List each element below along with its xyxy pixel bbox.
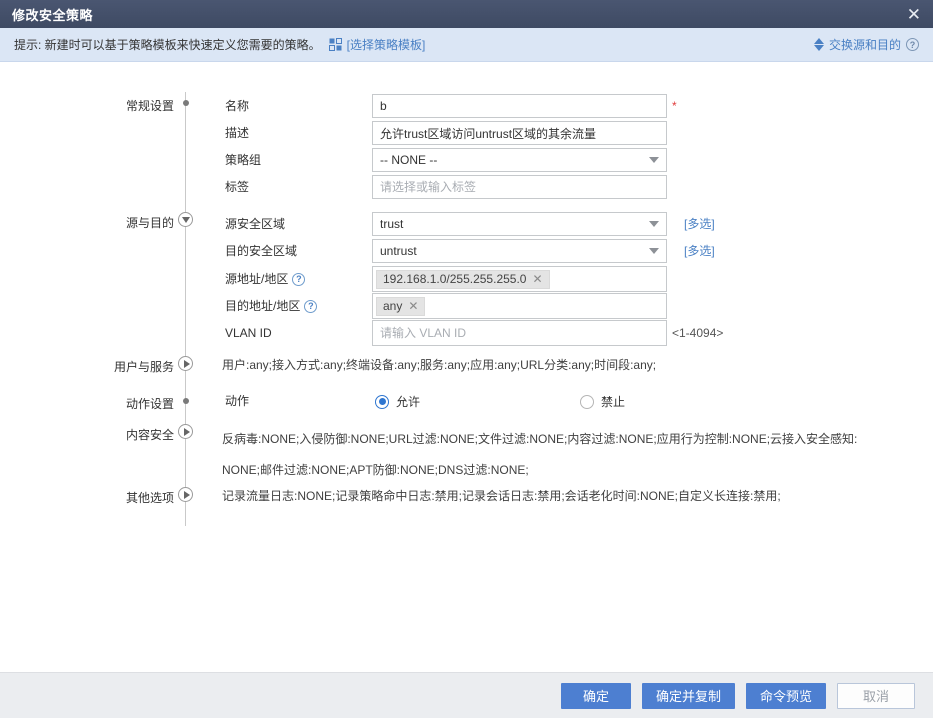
ok-and-copy-button[interactable]: 确定并复制	[642, 683, 735, 709]
expand-icon-other-options[interactable]	[178, 487, 193, 502]
section-label-action: 动作设置	[40, 395, 174, 412]
section-rail	[185, 92, 186, 526]
dst-zone-select[interactable]: untrust	[372, 239, 667, 263]
src-addr-tag-input[interactable]: 192.168.1.0/255.255.255.0 ✕	[372, 266, 667, 292]
hint-text: 提示: 新建时可以基于策略模板来快速定义您需要的策略。	[14, 36, 321, 53]
action-label: 动作	[225, 393, 249, 409]
ok-button[interactable]: 确定	[561, 683, 631, 709]
src-zone-value: trust	[380, 217, 403, 231]
expand-icon-content-security[interactable]	[178, 424, 193, 439]
section-label-users-services: 用户与服务	[40, 358, 174, 375]
required-asterisk: *	[672, 94, 677, 118]
close-icon[interactable]: ✕	[907, 6, 921, 23]
dst-addr-label: 目的地址/地区 ?	[225, 293, 317, 319]
src-addr-label: 源地址/地区 ?	[225, 266, 305, 292]
src-addr-label-text: 源地址/地区	[225, 266, 288, 292]
chevron-down-icon	[649, 221, 659, 227]
other-options-summary: 记录流量日志:NONE;记录策略命中日志:禁用;记录会话日志:禁用;会话老化时间…	[222, 488, 912, 504]
tags-label: 标签	[225, 175, 249, 199]
dst-addr-chip: any ✕	[376, 297, 425, 316]
swap-source-dest-label: 交换源和目的	[829, 36, 901, 53]
section-dot-action	[183, 398, 189, 404]
name-label: 名称	[225, 94, 249, 118]
description-label: 描述	[225, 121, 249, 145]
deny-label: 禁止	[601, 393, 625, 410]
dialog-title: 修改安全策略	[12, 5, 93, 24]
section-dot-general	[183, 100, 189, 106]
cancel-button[interactable]: 取消	[837, 683, 915, 709]
vlan-range-hint: <1-4094>	[672, 320, 723, 346]
select-policy-template-link[interactable]: [选择策略模板]	[347, 36, 426, 53]
chevron-down-icon	[649, 248, 659, 254]
vlan-input[interactable]	[372, 320, 667, 346]
dst-addr-tag-input[interactable]: any ✕	[372, 293, 667, 319]
radio-selected-icon[interactable]	[375, 395, 389, 409]
template-grid-icon	[329, 38, 342, 51]
remove-tag-icon[interactable]: ✕	[408, 299, 418, 313]
swap-help-icon[interactable]: ?	[906, 38, 919, 51]
allow-label: 允许	[396, 393, 420, 410]
vlan-label: VLAN ID	[225, 320, 272, 346]
dialog-footer: 确定 确定并复制 命令预览 取消	[0, 672, 933, 718]
src-addr-chip: 192.168.1.0/255.255.255.0 ✕	[376, 270, 550, 289]
radio-unselected-icon[interactable]	[580, 395, 594, 409]
policy-group-label: 策略组	[225, 148, 261, 172]
modify-security-policy-dialog: 修改安全策略 ✕ 提示: 新建时可以基于策略模板来快速定义您需要的策略。 [选择…	[0, 0, 933, 718]
section-label-content-security: 内容安全	[40, 426, 174, 443]
section-label-other-options: 其他选项	[40, 489, 174, 506]
dst-zone-label: 目的安全区域	[225, 239, 297, 263]
src-zone-label: 源安全区域	[225, 212, 285, 236]
dialog-titlebar: 修改安全策略 ✕	[0, 0, 933, 28]
hint-bar: 提示: 新建时可以基于策略模板来快速定义您需要的策略。 [选择策略模板] 交换源…	[0, 28, 933, 62]
collapse-icon-source-dest[interactable]	[178, 212, 193, 227]
expand-icon-users-services[interactable]	[178, 356, 193, 371]
users-services-summary: 用户:any;接入方式:any;终端设备:any;服务:any;应用:any;U…	[222, 357, 912, 373]
section-label-source-dest: 源与目的	[40, 214, 174, 231]
swap-arrows-icon	[814, 38, 824, 51]
dst-addr-chip-text: any	[383, 299, 402, 313]
description-input[interactable]	[372, 121, 667, 145]
remove-tag-icon[interactable]: ✕	[532, 272, 542, 286]
dst-zone-value: untrust	[380, 244, 417, 258]
action-deny-option[interactable]: 禁止	[580, 393, 625, 410]
command-preview-button[interactable]: 命令预览	[746, 683, 826, 709]
content-security-summary: 反病毒:NONE;入侵防御:NONE;URL过滤:NONE;文件过滤:NONE;…	[222, 424, 912, 486]
dst-zone-multi-select-link[interactable]: [多选]	[684, 239, 715, 263]
swap-source-dest-control[interactable]: 交换源和目的 ?	[814, 36, 919, 53]
src-zone-multi-select-link[interactable]: [多选]	[684, 212, 715, 236]
src-addr-help-icon[interactable]: ?	[292, 273, 305, 286]
tags-input[interactable]	[372, 175, 667, 199]
name-input[interactable]	[372, 94, 667, 118]
dst-addr-help-icon[interactable]: ?	[304, 300, 317, 313]
src-addr-chip-text: 192.168.1.0/255.255.255.0	[383, 272, 526, 286]
policy-group-value: -- NONE --	[380, 153, 437, 167]
policy-group-select[interactable]: -- NONE --	[372, 148, 667, 172]
section-label-general: 常规设置	[40, 97, 174, 114]
chevron-down-icon	[649, 157, 659, 163]
action-allow-option[interactable]: 允许	[375, 393, 420, 410]
dst-addr-label-text: 目的地址/地区	[225, 293, 300, 319]
src-zone-select[interactable]: trust	[372, 212, 667, 236]
